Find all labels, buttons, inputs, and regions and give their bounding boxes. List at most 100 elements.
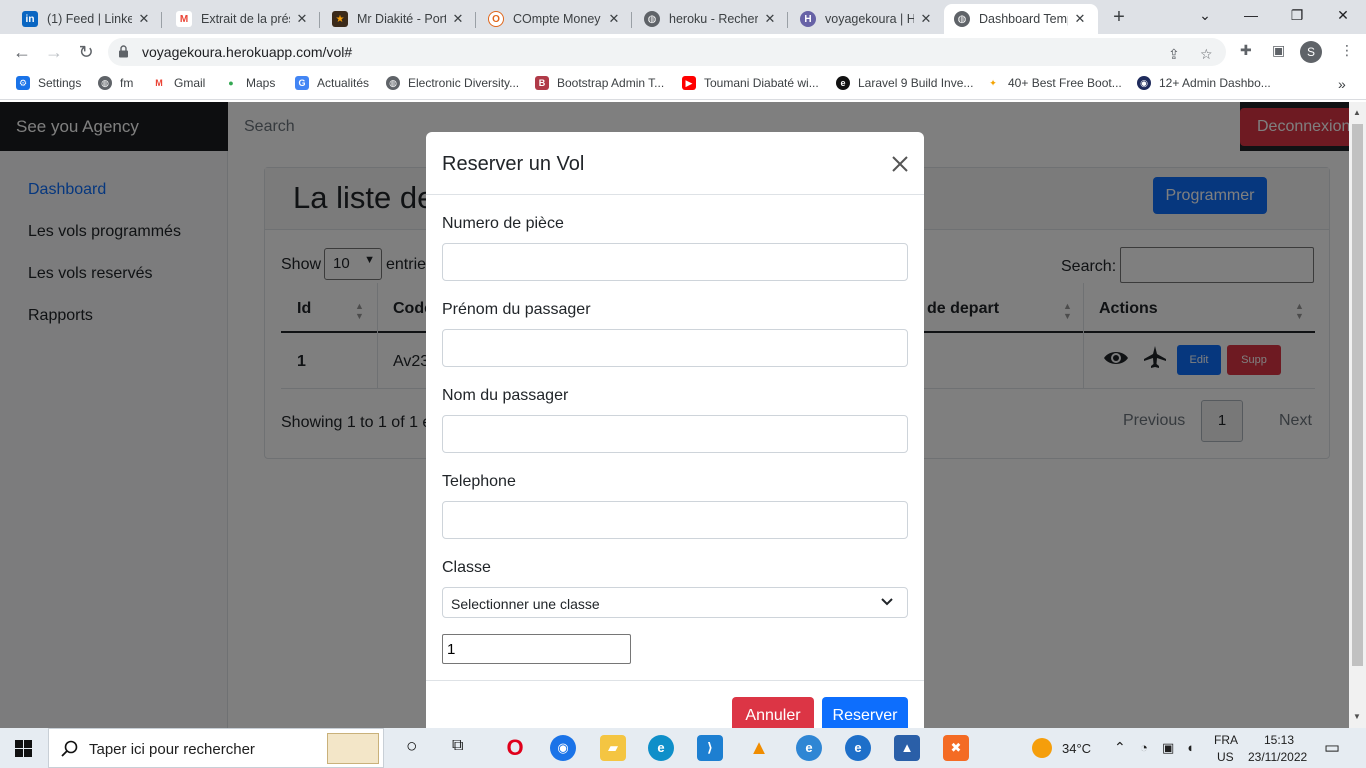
first-name-input[interactable] <box>442 329 908 367</box>
clock-date[interactable]: 23/11/2022 <box>1248 750 1307 764</box>
bookmark-item[interactable]: ◍ Electronic Diversity... <box>386 76 519 90</box>
browser-tab[interactable]: ★ Mr Diakité - Portfolio ✕ <box>322 4 476 34</box>
minimize-button[interactable]: — <box>1228 0 1274 30</box>
file-explorer-icon[interactable]: ▰ <box>600 735 626 761</box>
close-tab-icon[interactable]: ✕ <box>918 11 934 27</box>
search-icon <box>61 740 78 757</box>
input-layout[interactable]: US <box>1217 750 1234 764</box>
back-arrow-icon[interactable]: ← <box>10 40 34 64</box>
forward-arrow-icon[interactable]: → <box>42 40 66 64</box>
scroll-down-arrow-icon[interactable]: ▼ <box>1353 712 1361 721</box>
cancel-button[interactable]: Annuler <box>732 697 814 728</box>
close-window-button[interactable]: ✕ <box>1320 0 1366 30</box>
windows-taskbar: Taper ici pour rechercher ○ ⧉ O ◉ ▰ e ⟩ … <box>0 728 1366 768</box>
youtube-icon: ▶ <box>682 76 696 90</box>
taskbar-search-box[interactable]: Taper ici pour rechercher <box>48 728 384 768</box>
browser-tab[interactable]: ◍ heroku - Recherche ✕ <box>634 4 788 34</box>
browser-tab-active[interactable]: ◍ Dashboard Template ✕ <box>944 4 1098 34</box>
opera-icon[interactable]: O <box>502 735 528 761</box>
bookmark-star-icon[interactable]: ☆ <box>1200 46 1213 63</box>
tab-title: voyagekoura | Heroku <box>825 12 914 26</box>
tab-title: (1) Feed | LinkedIn <box>47 12 132 26</box>
modal-title: Reserver un Vol <box>442 153 585 175</box>
id-number-input[interactable] <box>442 243 908 281</box>
phone-input[interactable] <box>442 501 908 539</box>
notification-icon[interactable]: ▭ <box>1324 738 1340 758</box>
close-tab-icon[interactable]: ✕ <box>1072 11 1088 27</box>
quantity-input[interactable]: 1 <box>442 634 631 664</box>
bookmark-item[interactable]: e Laravel 9 Build Inve... <box>836 76 973 90</box>
menu-kebab-icon[interactable]: ⋮ <box>1340 42 1354 59</box>
cortana-icon[interactable]: ○ <box>406 736 417 758</box>
edge-e-icon: e <box>836 76 850 90</box>
weather-sun-icon[interactable] <box>1032 738 1052 758</box>
web-page: See you Agency Search Deconnexion Dashbo… <box>0 102 1366 728</box>
side-panel-icon[interactable]: ▣ <box>1272 42 1285 59</box>
edge-dev-icon[interactable]: e <box>796 735 822 761</box>
extensions-puzzle-icon[interactable]: ✚ <box>1240 42 1252 59</box>
input-language[interactable]: FRA <box>1214 733 1238 747</box>
reload-icon[interactable]: ↻ <box>74 40 98 64</box>
bookmark-item[interactable]: ✦ 40+ Best Free Boot... <box>986 76 1122 90</box>
vscode-icon[interactable]: ⟩ <box>697 735 723 761</box>
class-select[interactable]: Selectionner une classe <box>442 587 908 618</box>
close-tab-icon[interactable]: ✕ <box>294 11 310 27</box>
profile-avatar[interactable]: S <box>1300 41 1322 63</box>
bookmark-item[interactable]: M Gmail <box>152 76 205 90</box>
close-tab-icon[interactable]: ✕ <box>136 11 152 27</box>
bookmark-label: 40+ Best Free Boot... <box>1008 76 1122 90</box>
scroll-up-arrow-icon[interactable]: ▲ <box>1353 108 1361 117</box>
linkedin-icon: in <box>22 11 38 27</box>
browser-tab[interactable]: H voyagekoura | Heroku ✕ <box>790 4 944 34</box>
windows-start-icon[interactable] <box>15 740 32 757</box>
gear-icon: ⚙ <box>16 76 30 90</box>
new-tab-button[interactable]: + <box>1108 6 1130 28</box>
photos-icon[interactable]: ▲ <box>894 735 920 761</box>
bookmark-label: Bootstrap Admin T... <box>557 76 665 90</box>
bookmark-item[interactable]: G Actualités <box>295 76 369 90</box>
close-tab-icon[interactable]: ✕ <box>762 11 778 27</box>
close-tab-icon[interactable]: ✕ <box>450 11 466 27</box>
browser-tab[interactable]: M Extrait de la présentation ✕ <box>166 4 320 34</box>
bookmark-label: Laravel 9 Build Inve... <box>858 76 974 90</box>
edge-icon[interactable]: e <box>648 735 674 761</box>
bookmark-item[interactable]: ◉ 12+ Admin Dashbo... <box>1137 76 1271 90</box>
browser-tab[interactable]: O COmpte Money ✕ <box>478 4 632 34</box>
last-name-input[interactable] <box>442 415 908 453</box>
vlc-icon[interactable]: ▲ <box>746 735 772 761</box>
bookmark-label: 12+ Admin Dashbo... <box>1159 76 1271 90</box>
edge-beta-icon[interactable]: e <box>845 735 871 761</box>
close-icon[interactable] <box>888 152 912 176</box>
bookmark-item[interactable]: ⚙ Settings <box>16 76 81 90</box>
network-icon[interactable]: ◔ <box>1140 740 1148 755</box>
share-icon[interactable]: ⇪ <box>1168 46 1180 63</box>
bookmark-item[interactable]: ▶ Toumani Diabaté wi... <box>682 76 819 90</box>
xampp-icon[interactable]: ✖ <box>943 735 969 761</box>
browser-tab[interactable]: in (1) Feed | LinkedIn ✕ <box>12 4 162 34</box>
task-view-icon[interactable]: ⧉ <box>452 737 463 755</box>
globe-icon: ◍ <box>954 11 970 27</box>
tray-chevron-up-icon[interactable]: ⌃ <box>1114 739 1126 756</box>
lock-icon <box>119 45 128 58</box>
chrome-icon[interactable]: ◉ <box>550 735 576 761</box>
search-highlight-image[interactable] <box>327 733 379 764</box>
bookmark-label: Actualités <box>317 76 370 90</box>
bookmark-label: Settings <box>38 76 82 90</box>
browser-toolbar: ← → ↻ voyagekoura.herokuapp.com/vol# ⇪ ☆… <box>0 34 1366 70</box>
bookmark-item[interactable]: ● Maps <box>224 76 275 90</box>
reserve-button[interactable]: Reserver <box>822 697 908 728</box>
clock-time[interactable]: 15:13 <box>1264 733 1294 747</box>
weather-temperature[interactable]: 34°C <box>1062 741 1091 756</box>
phone-label: Telephone <box>442 473 516 490</box>
bookmark-item[interactable]: ◍ fm <box>98 76 133 90</box>
volume-icon[interactable]: ◖ <box>1186 740 1194 755</box>
meet-now-icon[interactable]: ▣ <box>1162 740 1174 756</box>
close-tab-icon[interactable]: ✕ <box>606 11 622 27</box>
address-bar[interactable]: voyagekoura.herokuapp.com/vol# ⇪ ☆ <box>108 38 1226 66</box>
page-scrollbar[interactable]: ▲ ▼ <box>1349 102 1366 728</box>
bookmark-item[interactable]: B Bootstrap Admin T... <box>535 76 664 90</box>
more-bookmarks-icon[interactable]: » <box>1338 76 1346 92</box>
tab-search-chevron-icon[interactable]: ⌄ <box>1182 0 1228 30</box>
scrollbar-thumb[interactable] <box>1352 124 1363 666</box>
restore-button[interactable]: ❐ <box>1274 0 1320 30</box>
